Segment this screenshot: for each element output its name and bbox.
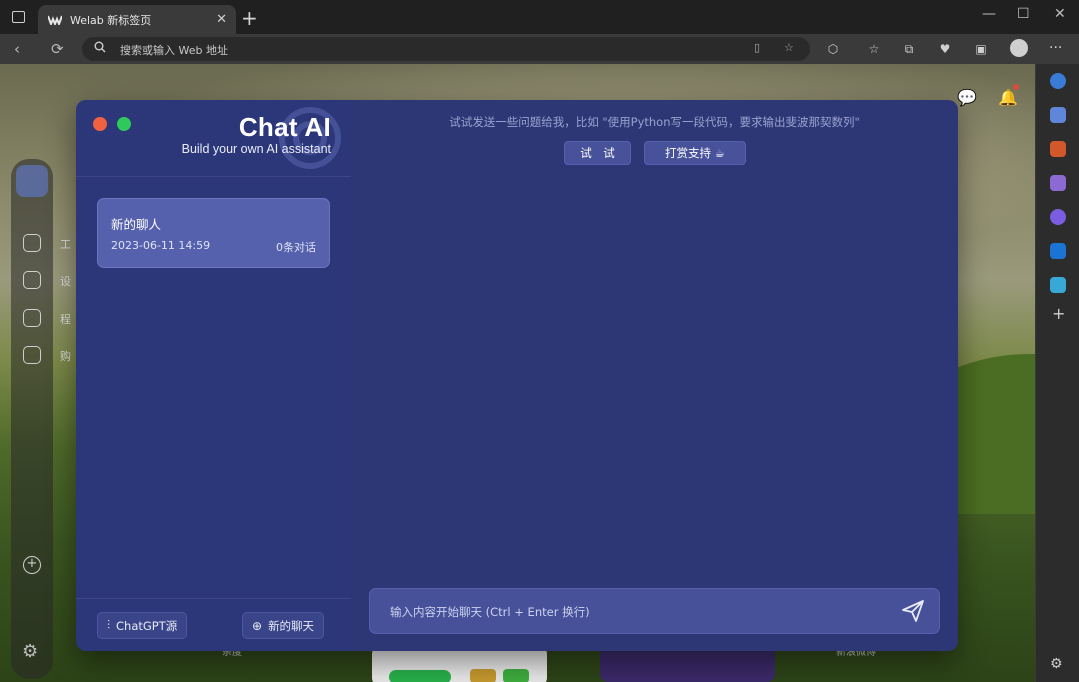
address-input[interactable]: 搜索或输入 Web 地址 <box>120 42 228 58</box>
design-icon[interactable] <box>23 271 41 289</box>
session-message-count: 0条对话 <box>276 241 316 254</box>
sidebar-divider <box>76 176 351 177</box>
sidebar-footer: ⫶ ChatGPT源 ⊕ 新的聊天 <box>76 598 351 651</box>
chat-main-panel: 试试发送一些问题给我，比如 "使用Python写一段代码，要求输出斐波那契数列"… <box>351 100 958 651</box>
favorite-star-icon[interactable]: ☆ <box>784 41 794 54</box>
browser-toolbar: ‹ ⟳ 搜索或输入 Web 地址 ▯ ☆ ⬡ ☆ ⧉ ♥ ▣ ··· <box>0 34 1079 64</box>
chat-bubble-icon[interactable]: 💬 <box>957 88 977 107</box>
code-icon[interactable] <box>23 309 41 327</box>
history-icon[interactable]: ▣ <box>973 41 989 57</box>
tab-title: Welab 新标签页 <box>70 13 152 27</box>
maximize-dot-button[interactable] <box>117 117 131 131</box>
page-settings-icon[interactable]: ⚙ <box>22 641 38 662</box>
sidebar-settings-icon[interactable]: ⚙ <box>1050 656 1063 672</box>
chat-sidebar: Chat AI Build your own AI assistant 新的聊人… <box>76 100 351 651</box>
left-dock: + <box>11 159 53 679</box>
refresh-icon[interactable]: ⟳ <box>51 40 64 58</box>
chatgpt-source-label: ChatGPT源 <box>116 618 178 633</box>
performance-icon[interactable]: ♥ <box>937 41 953 57</box>
chat-ai-window: Chat AI Build your own AI assistant 新的聊人… <box>76 100 958 651</box>
app-title: Chat AI <box>238 112 331 142</box>
search-icon <box>94 41 106 53</box>
dock-add-icon[interactable]: + <box>23 556 41 574</box>
extensions-icon[interactable]: ⬡ <box>825 41 841 57</box>
support-button[interactable]: 打赏支持 ☕ <box>644 141 746 165</box>
session-date: 2023-06-11 14:59 <box>111 239 211 252</box>
home-icon[interactable] <box>23 234 41 252</box>
collections-icon[interactable]: ⧉ <box>901 41 917 57</box>
reader-mode-icon[interactable]: ▯ <box>754 41 760 54</box>
workspaces-icon[interactable] <box>12 11 25 23</box>
sidebar-search-icon[interactable] <box>1050 73 1066 89</box>
browser-tab[interactable]: Welab 新标签页 ✕ <box>38 5 236 34</box>
sidebar-shopping-icon[interactable] <box>1050 107 1066 123</box>
sidebar-office-icon[interactable] <box>1050 209 1066 225</box>
more-menu-icon[interactable]: ··· <box>1049 40 1062 56</box>
chat-input-placeholder[interactable]: 输入内容开始聊天 (Ctrl + Enter 换行) <box>390 604 590 620</box>
sidebar-games-icon[interactable] <box>1050 175 1066 191</box>
chatgpt-source-button[interactable]: ⫶ ChatGPT源 <box>97 612 188 639</box>
sidebar-outlook-icon[interactable] <box>1050 243 1066 259</box>
dock-label-work: 工 <box>60 238 71 251</box>
maximize-button[interactable]: ☐ <box>1017 6 1030 22</box>
bottom-green-app[interactable] <box>389 670 451 682</box>
sidebar-add-icon[interactable]: + <box>1052 304 1065 323</box>
browser-titlebar: Welab 新标签页 ✕ + — ☐ ✕ <box>0 0 1079 34</box>
bottom-card-purple[interactable] <box>600 646 775 682</box>
dock-label-shop: 购 <box>60 350 71 363</box>
address-bar[interactable]: 搜索或输入 Web 地址 ▯ ☆ <box>82 37 810 61</box>
back-icon[interactable]: ‹ <box>14 40 20 58</box>
favorites-icon[interactable]: ☆ <box>866 41 882 57</box>
new-chat-button[interactable]: ⊕ 新的聊天 <box>242 612 325 639</box>
close-window-button[interactable]: ✕ <box>1054 6 1066 22</box>
bell-icon[interactable]: 🔔 <box>998 88 1018 107</box>
chat-session-item[interactable]: 新的聊人 2023-06-11 14:59 0条对话 <box>97 198 330 268</box>
app-subtitle: Build your own AI assistant <box>181 142 331 156</box>
example-hint: 试试发送一些问题给我，比如 "使用Python写一段代码，要求输出斐波那契数列" <box>449 115 860 129</box>
profile-avatar[interactable] <box>1010 39 1028 57</box>
dock-label-design: 设 <box>60 275 71 288</box>
session-title: 新的聊人 <box>111 217 162 232</box>
minimize-button[interactable]: — <box>982 6 996 22</box>
shop-icon[interactable] <box>23 346 41 364</box>
chat-input-box[interactable]: 输入内容开始聊天 (Ctrl + Enter 换行) <box>369 588 940 634</box>
new-tab-button[interactable]: + <box>241 6 258 30</box>
sidebar-tools-icon[interactable] <box>1050 141 1066 157</box>
plus-circle-icon: ⊕ <box>252 618 263 633</box>
tab-close-icon[interactable]: ✕ <box>216 12 227 27</box>
sidebar-send-icon[interactable] <box>1050 277 1066 293</box>
welab-logo-icon <box>48 15 62 25</box>
bottom-yellow-app[interactable] <box>470 669 496 682</box>
browser-right-sidebar: + ⚙ <box>1035 64 1079 682</box>
dock-app-logo[interactable] <box>16 165 48 197</box>
send-icon[interactable] <box>901 599 925 623</box>
try-button[interactable]: 试 试 <box>564 141 631 165</box>
sliders-icon: ⫶ <box>107 618 111 632</box>
dock-label-code: 程 <box>60 313 71 326</box>
close-dot-button[interactable] <box>93 117 107 131</box>
new-chat-label: 新的聊天 <box>268 618 315 633</box>
notification-dot <box>1013 84 1019 90</box>
bottom-green-app-2[interactable] <box>503 669 529 682</box>
